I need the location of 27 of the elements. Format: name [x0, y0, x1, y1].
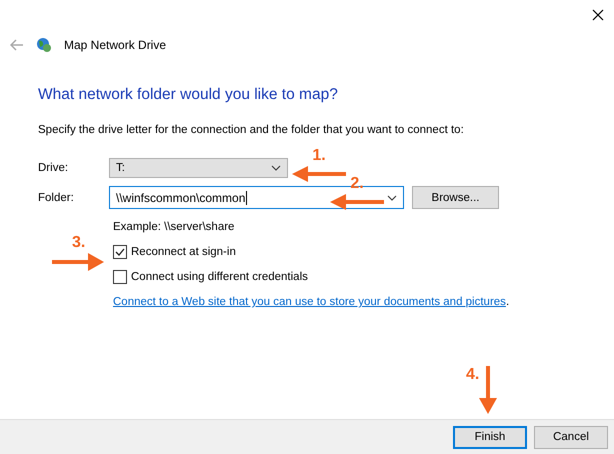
web-site-link[interactable]: Connect to a Web site that you can use to store your documents and pictures	[113, 296, 506, 308]
step-number: 1.	[312, 147, 326, 164]
checkbox-label[interactable]: Reconnect at sign-in	[131, 246, 236, 258]
checkbox-label[interactable]: Connect using different credentials	[131, 271, 308, 283]
finish-button[interactable]: Finish	[453, 426, 527, 448]
checkbox[interactable]	[113, 245, 127, 259]
arrow-icon	[292, 166, 346, 182]
heading: What network folder would you like to map?	[38, 86, 339, 104]
drive-dropdown[interactable]: T:	[109, 158, 288, 178]
cancel-button[interactable]: Cancel	[534, 426, 608, 448]
globe-icon	[36, 37, 52, 53]
example-text: Example: \\server\share	[113, 221, 236, 233]
period-text: .	[506, 296, 510, 308]
step-number: 4.	[466, 366, 480, 384]
checkbox[interactable]	[113, 270, 127, 284]
instruction-text: Specify the drive letter for the connection and the folder that you want to connect to:	[38, 124, 465, 136]
drive-label: Drive:	[38, 162, 70, 174]
window-title: Map Network Drive	[64, 38, 166, 52]
chevron-down-icon	[271, 165, 281, 171]
browse-button[interactable]: Browse...	[412, 186, 499, 209]
arrow-icon	[52, 253, 104, 271]
step-number: 3.	[72, 234, 86, 251]
arrow-icon	[330, 194, 384, 210]
chevron-down-icon	[387, 194, 397, 200]
folder-label: Folder:	[38, 192, 75, 204]
close-icon[interactable]	[592, 9, 604, 21]
arrow-icon	[479, 366, 498, 414]
